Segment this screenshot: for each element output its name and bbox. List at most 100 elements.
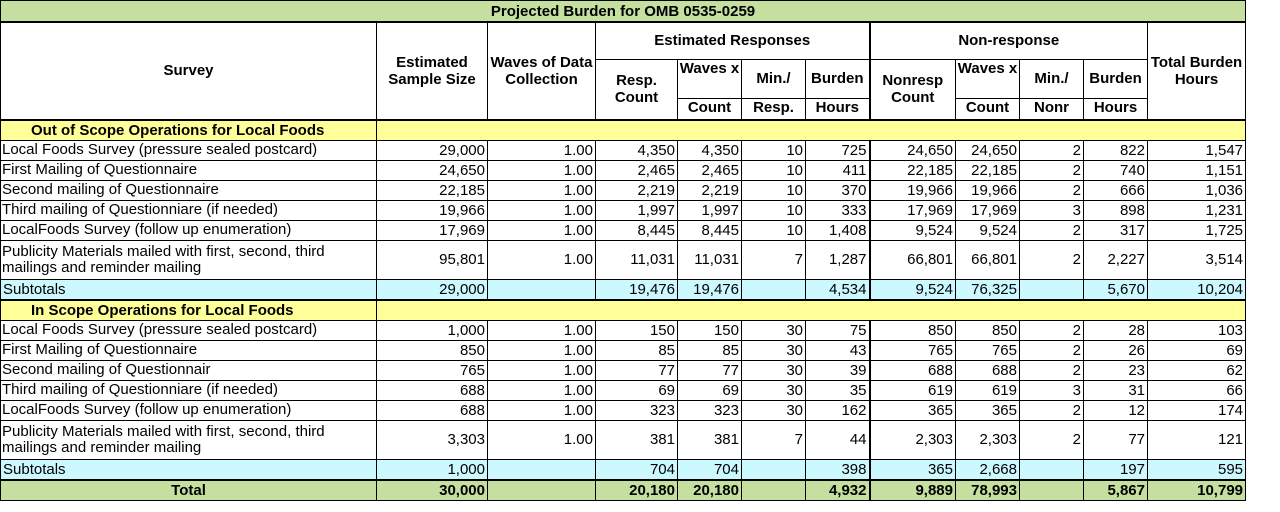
header-sample-size: Estimated Sample Size	[376, 21, 488, 120]
table-cell: 30	[741, 379, 806, 401]
header-resp-label: Resp.	[742, 97, 805, 119]
section-header: In Scope Operations for Local Foods	[0, 298, 1247, 321]
section-label: Out of Scope Operations for Local Foods	[0, 118, 377, 141]
table-cell: 3,303	[376, 419, 488, 460]
section-fill	[375, 298, 1247, 321]
table-cell: 740	[1083, 159, 1148, 181]
table-cell: 24,650	[955, 139, 1020, 161]
table-cell: 62	[1146, 359, 1247, 381]
table-cell: 69	[677, 379, 742, 401]
header-resp-count: Resp. Count	[595, 58, 678, 120]
table-cell: 3	[1019, 379, 1084, 401]
table-cell	[487, 478, 596, 501]
table-cell: 95,801	[376, 239, 488, 280]
table-cell: 595	[1146, 458, 1247, 480]
table-cell: 174	[1146, 399, 1247, 421]
table-cell: 75	[805, 319, 871, 341]
table-cell: 17,969	[869, 199, 956, 221]
table-cell: 1,000	[376, 458, 488, 480]
table-cell: 69	[595, 379, 678, 401]
table-cell: 85	[677, 339, 742, 361]
table-cell: 4,534	[805, 278, 871, 300]
table-cell: 5,670	[1083, 278, 1148, 300]
table-cell: 10	[741, 199, 806, 221]
table-cell: 2	[1019, 399, 1084, 421]
table-cell: 23	[1083, 359, 1148, 381]
table-cell: 4,350	[595, 139, 678, 161]
row-label: LocalFoods Survey (follow up enumeration…	[0, 399, 377, 421]
header-non-response: Non-response	[869, 21, 1148, 60]
table-cell: 43	[805, 339, 871, 361]
table-cell: 19,966	[376, 199, 488, 221]
table-cell: 7	[741, 419, 806, 460]
table-cell: 688	[955, 359, 1020, 381]
table-cell: 688	[376, 399, 488, 421]
header-burden-label: Burden	[811, 69, 864, 87]
table-cell: 2,465	[595, 159, 678, 181]
table-row: Third mailing of Questionniare (if neede…	[0, 379, 1247, 401]
table-cell: 2,219	[595, 179, 678, 201]
header-waves: Waves of Data Collection	[487, 21, 596, 120]
table-cell: 30	[741, 319, 806, 341]
header-nonresp-count: Nonresp Count	[869, 58, 956, 120]
header-nonresp-count-label: Count	[956, 97, 1019, 119]
table-cell: 765	[869, 339, 956, 361]
header-nonresp-burden-label: Burden	[1089, 69, 1142, 87]
header-nonresp-waves-x-count: Waves x Count	[955, 58, 1020, 120]
table-cell: 398	[805, 458, 871, 480]
table-cell: 365	[869, 458, 956, 480]
table-cell: 2	[1019, 319, 1084, 341]
table-cell: 31	[1083, 379, 1148, 401]
table-cell	[1019, 278, 1084, 300]
section-header: Out of Scope Operations for Local Foods	[0, 118, 1247, 141]
table-cell: 1.00	[487, 339, 596, 361]
table-cell: 323	[677, 399, 742, 421]
table-cell: 1.00	[487, 159, 596, 181]
table-cell: 1.00	[487, 139, 596, 161]
table-cell: 44	[805, 419, 871, 460]
table-cell: 77	[595, 359, 678, 381]
table-cell: 3	[1019, 199, 1084, 221]
table-cell: 2	[1019, 219, 1084, 241]
table-cell: 103	[1146, 319, 1247, 341]
table-cell: 20,180	[595, 478, 678, 501]
table-cell: 2	[1019, 179, 1084, 201]
table-cell: 9,524	[869, 278, 956, 300]
table-cell: 29,000	[376, 278, 488, 300]
table-row: Second mailing of Questionnair 765 1.00 77 7…	[0, 359, 1247, 381]
table-cell	[741, 458, 806, 480]
row-label: Subtotals	[0, 458, 377, 480]
table-cell: 150	[677, 319, 742, 341]
table-cell: 1,725	[1146, 219, 1247, 241]
table-cell: 30	[741, 359, 806, 381]
row-label: Third mailing of Questionniare (if neede…	[0, 379, 377, 401]
table-cell: 1.00	[487, 379, 596, 401]
table-cell: 370	[805, 179, 871, 201]
subtotal-row: Subtotals 29,000 19,476 19,476 4,534 9,524 76,…	[0, 278, 1247, 300]
table-cell: 411	[805, 159, 871, 181]
table-cell: 22,185	[955, 159, 1020, 181]
table-cell: 850	[376, 339, 488, 361]
table-cell: 2	[1019, 359, 1084, 381]
table-cell: 30,000	[376, 478, 488, 501]
table-cell: 850	[955, 319, 1020, 341]
table-cell: 8,445	[595, 219, 678, 241]
row-label: Total	[0, 478, 377, 501]
table-cell: 17,969	[955, 199, 1020, 221]
table-cell: 11,031	[595, 239, 678, 280]
table-cell: 1.00	[487, 399, 596, 421]
table-cell: 1,000	[376, 319, 488, 341]
table-cell: 76,325	[955, 278, 1020, 300]
table-cell: 2	[1019, 159, 1084, 181]
table-cell: 9,889	[869, 478, 956, 501]
table-row: Third mailing of Questionniare (if neede…	[0, 199, 1247, 221]
table-cell: 850	[869, 319, 956, 341]
header-nonresp-burden-hours: Burden Hours	[1083, 58, 1148, 120]
table-cell: 20,180	[677, 478, 742, 501]
table-row: Publicity Materials mailed with first, s…	[0, 419, 1247, 460]
table-cell	[741, 278, 806, 300]
header-waves-x-count: Waves x Count	[677, 58, 742, 120]
section-label: In Scope Operations for Local Foods	[0, 298, 377, 321]
table-cell: 10	[741, 179, 806, 201]
table-cell: 2	[1019, 239, 1084, 280]
